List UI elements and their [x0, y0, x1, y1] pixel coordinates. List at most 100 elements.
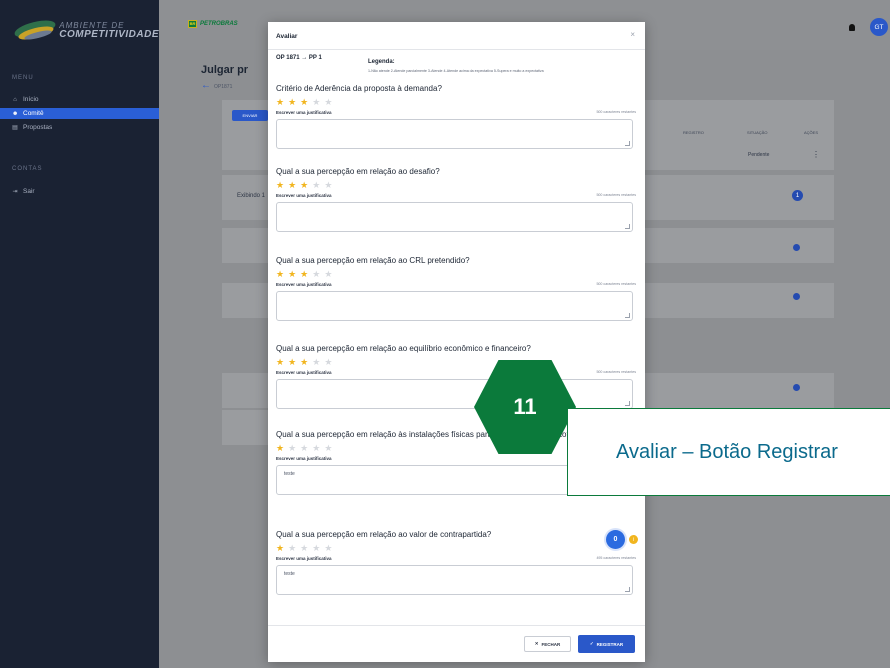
sidebar-item-sair[interactable]: ⇥ Sair	[0, 186, 159, 197]
star-icon[interactable]: ★	[312, 357, 320, 367]
justification-textarea[interactable]	[276, 119, 633, 149]
breadcrumb: OP1871	[214, 84, 233, 90]
petrobras-logo: BR PETROBRAS	[188, 20, 238, 28]
star-icon[interactable]: ★	[312, 269, 320, 279]
close-icon[interactable]: ×	[630, 30, 635, 39]
star-icon[interactable]: ★	[288, 97, 296, 107]
pagination-page[interactable]: 1	[792, 190, 803, 201]
modal-title: Avaliar	[276, 33, 298, 40]
send-button[interactable]: ENVIAR	[232, 110, 268, 121]
contas-header: CONTAS	[12, 166, 43, 172]
star-rating[interactable]: ★ ★ ★ ★ ★	[276, 180, 636, 190]
row-count-label: Exibindo 1	[237, 193, 266, 199]
justification-label: Escrever uma justificativa	[276, 456, 332, 461]
justification-textarea[interactable]	[276, 291, 633, 321]
star-icon[interactable]: ★	[288, 269, 296, 279]
sidebar-item-propostas[interactable]: ▤ Propostas	[0, 122, 159, 133]
sidebar-item-comite[interactable]: ☻ Comitê	[0, 108, 159, 119]
legend-values: 1-Não atende 2-Atende parcialmente 3-Ate…	[368, 69, 544, 73]
star-icon[interactable]: ★	[312, 97, 320, 107]
star-icon[interactable]: ★	[312, 443, 320, 453]
star-icon[interactable]: ★	[276, 180, 284, 190]
star-icon[interactable]: ★	[288, 180, 296, 190]
sidebar-item-label: Sair	[23, 188, 35, 195]
star-icon[interactable]: ★	[300, 180, 308, 190]
register-button[interactable]: ✓ REGISTRAR	[578, 635, 635, 653]
sidebar-item-label: Início	[23, 96, 39, 103]
petrobras-badge: BR	[188, 20, 197, 28]
sidebar-item-inicio[interactable]: ⌂ Início	[0, 94, 159, 105]
justification-label: Escrever uma justificativa	[276, 370, 332, 375]
pagination-page[interactable]	[793, 384, 800, 391]
check-icon: ✓	[589, 641, 594, 646]
justification-header: Escrever uma justificativa 500 caracteres…	[276, 193, 636, 198]
logout-icon: ⇥	[12, 188, 18, 195]
justification-textarea[interactable]	[276, 202, 633, 232]
avatar[interactable]: GT	[870, 18, 888, 36]
justification-textarea[interactable]	[276, 379, 633, 409]
justification-header: Escrever uma justificativa 500 caracteres…	[276, 110, 636, 115]
star-icon[interactable]: ★	[300, 543, 308, 553]
bell-icon[interactable]	[849, 24, 855, 31]
info-icon[interactable]: i	[629, 535, 638, 544]
callout-label: Avaliar – Botão Registrar	[567, 408, 890, 496]
star-rating[interactable]: ★ ★ ★ ★ ★	[276, 97, 636, 107]
star-icon[interactable]: ★	[276, 97, 284, 107]
star-icon[interactable]: ★	[324, 180, 332, 190]
question-text: Critério de Aderência da proposta à dema…	[276, 84, 442, 93]
character-counter: 500 caracteres restantes	[596, 370, 636, 374]
star-icon[interactable]: ★	[324, 543, 332, 553]
sidebar: AMBIENTE DE COMPETITIVIDADE MENU ⌂ Início…	[0, 0, 159, 668]
star-icon[interactable]: ★	[276, 269, 284, 279]
star-icon[interactable]: ★	[288, 357, 296, 367]
close-button[interactable]: ✕ FECHAR	[524, 636, 571, 652]
question-text: Qual a sua percepção em relação ao desaf…	[276, 167, 440, 176]
send-button-label: ENVIAR	[242, 113, 258, 118]
page-title: Julgar pr	[201, 64, 249, 76]
star-rating[interactable]: ★ ★ ★ ★ ★	[276, 357, 636, 367]
star-icon[interactable]: ★	[300, 357, 308, 367]
pagination-page[interactable]	[793, 293, 800, 300]
home-icon: ⌂	[13, 96, 17, 103]
column-header-acoes: AÇÕES	[804, 130, 819, 135]
document-icon: ▤	[12, 124, 18, 131]
justification-header: Escrever uma justificativa 500 caracteres…	[276, 282, 636, 287]
star-icon[interactable]: ★	[288, 543, 296, 553]
question-block: Qual a sua percepção em relação ao desaf…	[276, 167, 636, 232]
star-rating[interactable]: ★ ★ ★ ★ ★	[276, 269, 636, 279]
star-icon[interactable]: ★	[300, 443, 308, 453]
justification-textarea[interactable]: teste	[276, 565, 633, 595]
logo-line2: COMPETITIVIDADE	[59, 29, 159, 40]
justification-label: Escrever uma justificativa	[276, 193, 332, 198]
arrow-left-icon[interactable]: ←	[201, 80, 211, 91]
pagination-page[interactable]	[793, 244, 800, 251]
star-icon[interactable]: ★	[324, 443, 332, 453]
op-label: OP 1871 → PP 1	[276, 55, 322, 61]
star-icon[interactable]: ★	[276, 357, 284, 367]
group-icon: ☻	[12, 110, 19, 117]
star-icon[interactable]: ★	[324, 97, 332, 107]
register-button-label: REGISTRAR	[596, 641, 624, 647]
star-icon[interactable]: ★	[288, 443, 296, 453]
star-icon[interactable]: ★	[312, 180, 320, 190]
question-block: Qual a sua percepção em relação ao valor…	[276, 530, 636, 595]
column-header-situacao: SITUAÇÃO	[747, 130, 768, 135]
question-text: Qual a sua percepção em relação ao CRL p…	[276, 256, 470, 265]
evaluate-modal: Avaliar × OP 1871 → PP 1 Legenda: 1-Não …	[268, 22, 645, 662]
star-icon[interactable]: ★	[300, 269, 308, 279]
sidebar-item-label: Propostas	[23, 124, 53, 131]
character-counter: 500 caracteres restantes	[596, 110, 636, 114]
score-badge: 0	[606, 530, 625, 549]
star-rating[interactable]: ★ ★ ★ ★ ★	[276, 543, 636, 553]
close-button-label: FECHAR	[541, 641, 561, 647]
star-icon[interactable]: ★	[276, 443, 284, 453]
star-icon[interactable]: ★	[324, 357, 332, 367]
divider	[268, 625, 645, 626]
star-icon[interactable]: ★	[312, 543, 320, 553]
character-counter: 500 caracteres restantes	[596, 193, 636, 197]
star-icon[interactable]: ★	[324, 269, 332, 279]
logo-icon	[12, 16, 58, 46]
more-vertical-icon[interactable]: ⋮	[812, 150, 820, 159]
star-icon[interactable]: ★	[276, 543, 284, 553]
star-icon[interactable]: ★	[300, 97, 308, 107]
